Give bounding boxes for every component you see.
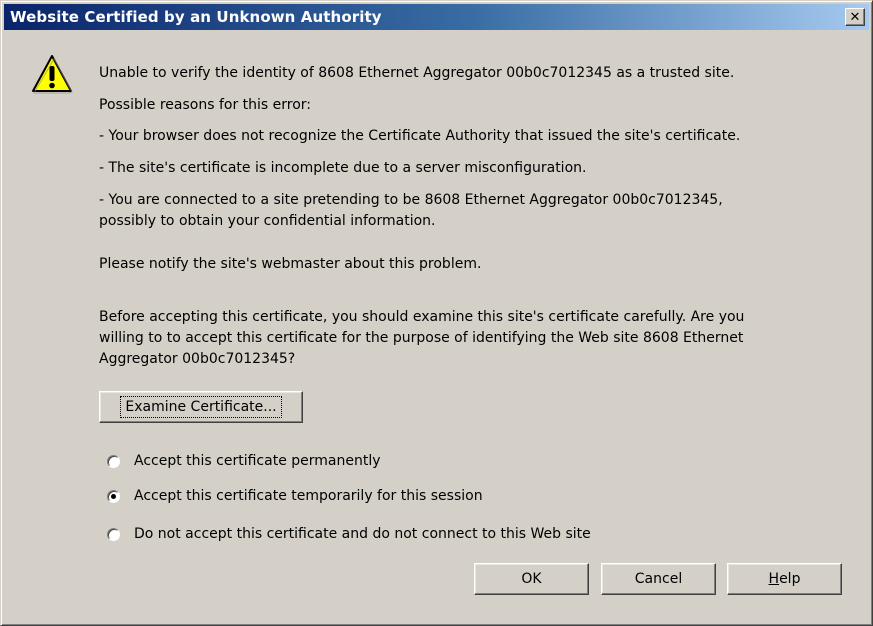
reason-item: - You are connected to a site pretending… [99,192,723,208]
window-title: Website Certified by an Unknown Authorit… [10,8,382,26]
notify-message: Please notify the site's webmaster about… [99,256,482,272]
reasons-header: Possible reasons for this error: [99,97,312,113]
help-button[interactable]: Help [727,563,842,595]
reason-item-continued: possibly to obtain your confidential inf… [99,213,436,229]
cancel-button[interactable]: Cancel [601,563,716,595]
before-accepting-text: Aggregator 00b0c7012345? [99,351,296,367]
radio-button-selected[interactable] [107,489,120,503]
help-label-rest: elp [779,571,801,587]
radio-dot-icon [111,493,116,499]
before-accepting-text: Before accepting this certificate, you s… [99,309,745,325]
certificate-dialog: Website Certified by an Unknown Authorit… [0,0,873,626]
help-accelerator: H [768,571,780,587]
option-accept-permanently[interactable]: Accept this certificate permanently [107,453,381,469]
close-icon: ✕ [849,9,861,25]
option-label: Accept this certificate permanently [134,453,381,469]
option-do-not-accept[interactable]: Do not accept this certificate and do no… [107,526,591,542]
close-button[interactable]: ✕ [845,8,865,26]
examine-certificate-label: Examine Certificate... [120,396,282,418]
reason-item: - The site's certificate is incomplete d… [99,160,587,176]
radio-button[interactable] [107,527,120,541]
option-label: Do not accept this certificate and do no… [134,526,591,542]
reason-item: - Your browser does not recognize the Ce… [99,128,741,144]
help-label: Help [769,571,801,587]
warning-icon [32,55,73,94]
examine-certificate-button[interactable]: Examine Certificate... [99,391,303,423]
option-label: Accept this certificate temporarily for … [134,488,483,504]
cancel-label: Cancel [634,571,683,587]
message-line-identity: Unable to verify the identity of 8608 Et… [99,65,735,81]
ok-label: OK [521,571,542,587]
radio-button[interactable] [107,454,120,468]
before-accepting-text: willing to to accept this certificate fo… [99,330,744,346]
title-bar[interactable]: Website Certified by an Unknown Authorit… [4,4,869,30]
option-accept-temporarily[interactable]: Accept this certificate temporarily for … [107,488,483,504]
ok-button[interactable]: OK [474,563,589,595]
